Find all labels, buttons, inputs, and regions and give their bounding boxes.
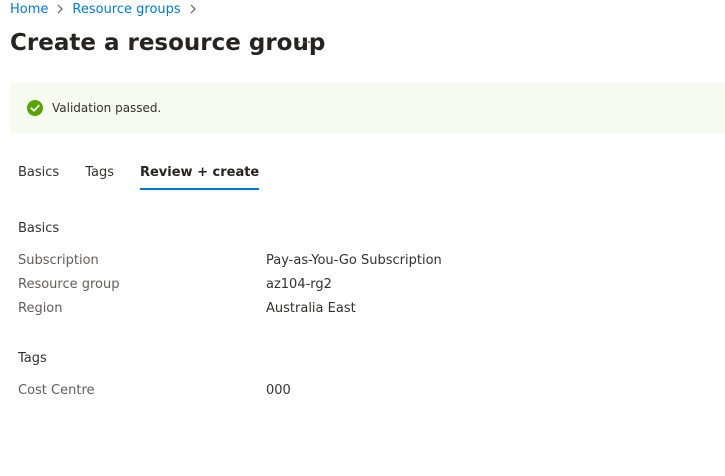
summary-row-subscription: Subscription Pay-as-You-Go Subscription xyxy=(18,252,718,270)
chevron-right-icon xyxy=(181,1,205,19)
row-value: Pay-as-You-Go Subscription xyxy=(266,253,442,268)
tab-list: Basics Tags Review + create xyxy=(18,162,260,190)
ellipsis-icon xyxy=(298,41,310,43)
tab-tags[interactable]: Tags xyxy=(85,162,114,190)
create-resource-group-page: Home Resource groups Create a resource g… xyxy=(0,0,725,476)
row-value: az104-rg2 xyxy=(266,277,332,292)
row-label: Region xyxy=(18,301,63,316)
breadcrumb-resource-groups-link[interactable]: Resource groups xyxy=(72,1,180,19)
breadcrumb-home-link[interactable]: Home xyxy=(10,1,48,19)
validation-message: Validation passed. xyxy=(52,101,162,115)
summary-row-resource-group: Resource group az104-rg2 xyxy=(18,276,718,294)
check-circle-icon xyxy=(27,100,43,116)
row-label: Subscription xyxy=(18,253,99,268)
row-value: Australia East xyxy=(266,301,356,316)
row-label: Cost Centre xyxy=(18,383,95,398)
summary-row-cost-centre: Cost Centre 000 xyxy=(18,382,718,400)
row-label: Resource group xyxy=(18,277,120,292)
tab-review-create[interactable]: Review + create xyxy=(139,162,260,190)
chevron-right-icon xyxy=(48,1,72,19)
page-title: Create a resource group xyxy=(10,30,326,56)
row-value: 000 xyxy=(266,383,291,398)
tags-section-heading: Tags xyxy=(18,351,47,366)
basics-section-heading: Basics xyxy=(18,221,60,236)
summary-row-region: Region Australia East xyxy=(18,300,718,318)
validation-banner: Validation passed. xyxy=(10,83,725,133)
more-options-button[interactable] xyxy=(293,32,315,52)
breadcrumb: Home Resource groups xyxy=(10,1,205,19)
tab-basics[interactable]: Basics xyxy=(18,162,59,190)
